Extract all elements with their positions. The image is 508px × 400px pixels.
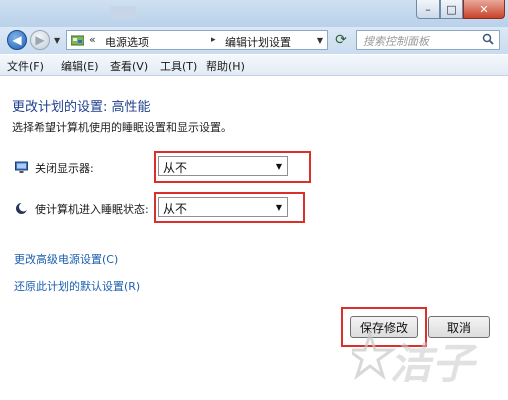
search-input[interactable]: 搜索控制面板	[356, 30, 500, 50]
back-arrow-icon: ◀	[12, 33, 22, 47]
page-title: 更改计划的设置: 高性能	[12, 100, 151, 115]
title-bar: – □ ✕	[0, 0, 508, 27]
menu-file[interactable]: 文件(F)	[7, 58, 44, 74]
address-dropdown-icon[interactable]: ▼	[317, 36, 323, 45]
refresh-button[interactable]: ⟳	[330, 31, 352, 49]
moon-icon	[16, 202, 28, 214]
turn-off-display-select[interactable]: 从不 ▼	[158, 156, 288, 176]
turn-off-display-label: 关闭显示器:	[35, 162, 94, 175]
search-placeholder: 搜索控制面板	[363, 35, 429, 48]
sleep-select[interactable]: 从不 ▼	[158, 197, 288, 217]
page-subtitle: 选择希望计算机使用的睡眠设置和显示设置。	[12, 121, 232, 134]
chevron-down-icon: ▼	[275, 203, 282, 212]
minimize-button[interactable]: –	[416, 0, 440, 19]
svg-text:洁子: 洁子	[390, 339, 478, 388]
recent-pages-dropdown-icon[interactable]: ▼	[54, 36, 60, 45]
close-icon: ✕	[479, 2, 489, 16]
menu-tools[interactable]: 工具(T)	[160, 58, 197, 74]
menu-view[interactable]: 查看(V)	[110, 58, 148, 74]
back-button[interactable]: ◀	[7, 30, 27, 50]
overflow-chevron-icon[interactable]: «	[89, 33, 96, 46]
maximize-button[interactable]: □	[440, 0, 463, 19]
search-icon[interactable]	[482, 33, 494, 45]
menu-edit[interactable]: 编辑(E)	[61, 58, 99, 74]
address-bar[interactable]: « 电源选项 ▸ 编辑计划设置 ▼	[66, 30, 328, 50]
monitor-icon	[15, 161, 28, 173]
watermark-logo: 洁子	[352, 330, 478, 388]
minimize-icon: –	[425, 2, 431, 16]
navigation-bar: ◀ ▶ ▼ « 电源选项 ▸ 编辑计划设置 ▼ ⟳ 搜索控制面板	[0, 27, 508, 54]
window-title-placeholder	[110, 6, 136, 20]
sleep-label: 使计算机进入睡眠状态:	[35, 203, 149, 216]
forward-button[interactable]: ▶	[30, 30, 50, 50]
refresh-icon: ⟳	[335, 32, 347, 48]
restore-defaults-link[interactable]: 还原此计划的默认设置(R)	[14, 278, 140, 294]
chevron-down-icon: ▼	[275, 162, 282, 171]
sleep-value: 从不	[163, 202, 188, 216]
close-button[interactable]: ✕	[463, 0, 505, 19]
forward-arrow-icon: ▶	[35, 33, 45, 47]
maximize-icon: □	[446, 2, 457, 16]
control-panel-icon	[71, 35, 84, 46]
breadcrumb-power-options[interactable]: 电源选项	[105, 34, 149, 50]
advanced-power-settings-link[interactable]: 更改高级电源设置(C)	[14, 251, 118, 267]
breadcrumb-separator-icon[interactable]: ▸	[211, 35, 216, 45]
menu-bar: 文件(F) 编辑(E) 查看(V) 工具(T) 帮助(H)	[0, 55, 508, 76]
turn-off-display-value: 从不	[163, 161, 188, 175]
menu-help[interactable]: 帮助(H)	[206, 58, 245, 74]
breadcrumb-edit-plan[interactable]: 编辑计划设置	[225, 34, 291, 50]
